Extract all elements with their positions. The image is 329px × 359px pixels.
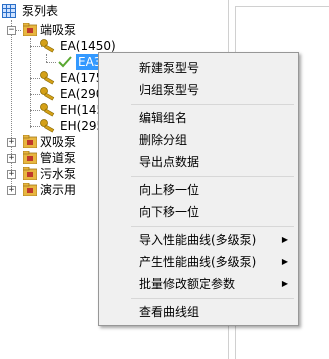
folder-icon bbox=[23, 151, 37, 164]
collapse-toggle[interactable]: − bbox=[7, 26, 16, 35]
menu-item-move-up[interactable]: 向上移一位 bbox=[139, 179, 199, 201]
tree-model-label: EA(175 bbox=[60, 71, 104, 85]
menu-item-label: 产生性能曲线(多级泵) bbox=[139, 255, 257, 269]
tree-group-duanxi[interactable]: − 端吸泵 bbox=[0, 22, 200, 38]
menu-separator bbox=[131, 176, 294, 177]
pane-divider bbox=[235, 6, 329, 7]
menu-item-new-model[interactable]: 新建泵型号 bbox=[139, 57, 199, 79]
grid-icon bbox=[2, 4, 16, 18]
tree-model-label: EA(290 bbox=[60, 87, 104, 101]
tree-group-label: 双吸泵 bbox=[40, 135, 77, 149]
key-icon bbox=[40, 87, 55, 101]
expand-toggle[interactable]: + bbox=[7, 186, 16, 195]
context-menu: 新建泵型号 归组泵型号 编辑组名 删除分组 导出点数据 向上移一位 向下移一位 … bbox=[98, 52, 299, 326]
tree-group-label: 管道泵 bbox=[40, 151, 77, 165]
menu-item-move-down[interactable]: 向下移一位 bbox=[139, 201, 199, 223]
menu-item-batch-edit[interactable]: 批量修改额定参数 ▶ bbox=[99, 273, 298, 295]
menu-item-export-points[interactable]: 导出点数据 bbox=[139, 151, 199, 173]
checkmark-icon bbox=[58, 56, 72, 68]
menu-separator bbox=[131, 104, 294, 105]
chevron-right-icon: ▶ bbox=[281, 235, 288, 244]
tree-group-label: 污水泵 bbox=[40, 167, 77, 181]
key-icon bbox=[40, 71, 55, 85]
expand-toggle[interactable]: + bbox=[7, 170, 16, 179]
menu-item-label: 批量修改额定参数 bbox=[139, 277, 236, 291]
folder-icon bbox=[23, 135, 37, 148]
tree-group-label: 演示用 bbox=[40, 183, 77, 197]
menu-item-import-curve[interactable]: 导入性能曲线(多级泵) ▶ bbox=[99, 229, 298, 251]
folder-icon bbox=[23, 183, 37, 196]
menu-separator bbox=[131, 298, 294, 299]
menu-separator bbox=[131, 226, 294, 227]
key-icon bbox=[40, 39, 55, 53]
menu-item-group-model[interactable]: 归组泵型号 bbox=[139, 79, 199, 101]
menu-item-generate-curve[interactable]: 产生性能曲线(多级泵) ▶ bbox=[99, 251, 298, 273]
tree-root-label: 泵列表 bbox=[22, 4, 59, 18]
expand-toggle[interactable]: + bbox=[7, 154, 16, 163]
chevron-right-icon: ▶ bbox=[281, 279, 288, 288]
menu-item-label: 导入性能曲线(多级泵) bbox=[139, 233, 257, 247]
folder-icon bbox=[23, 167, 37, 180]
expand-toggle[interactable]: + bbox=[7, 138, 16, 147]
folder-icon bbox=[23, 23, 37, 36]
key-icon bbox=[40, 119, 55, 133]
menu-item-view-curves[interactable]: 查看曲线组 bbox=[139, 301, 199, 323]
key-icon bbox=[40, 103, 55, 117]
menu-item-delete-group[interactable]: 删除分组 bbox=[139, 129, 187, 151]
chevron-right-icon: ▶ bbox=[281, 257, 288, 266]
tree-group-label: 端吸泵 bbox=[40, 23, 77, 37]
menu-item-edit-group-name[interactable]: 编辑组名 bbox=[139, 107, 187, 129]
